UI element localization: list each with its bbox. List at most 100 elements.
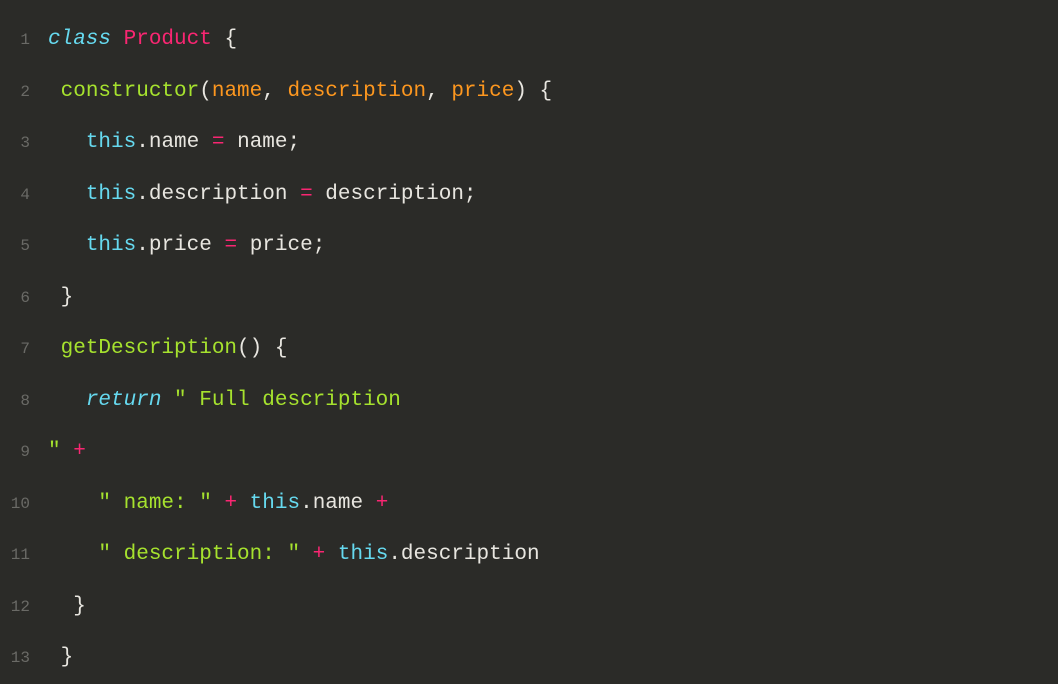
token-punct bbox=[199, 131, 212, 154]
indent bbox=[48, 595, 73, 618]
token-punct: } bbox=[61, 286, 74, 309]
code-line[interactable]: 2 constructor(name, description, price) … bbox=[0, 66, 1058, 118]
token-this: this bbox=[86, 183, 136, 206]
token-punct bbox=[212, 234, 225, 257]
token-punct bbox=[224, 131, 237, 154]
token-prop: name bbox=[149, 131, 199, 154]
line-content[interactable]: this.description = description; bbox=[48, 179, 477, 211]
code-line[interactable]: 3 this.name = name; bbox=[0, 117, 1058, 169]
line-content[interactable]: } bbox=[48, 282, 73, 314]
code-line[interactable]: 11 " description: " + this.description bbox=[0, 529, 1058, 581]
line-content[interactable]: this.price = price; bbox=[48, 230, 325, 262]
indent bbox=[48, 80, 61, 103]
token-punct bbox=[237, 234, 250, 257]
line-content[interactable]: getDescription() { bbox=[48, 333, 287, 365]
token-punct bbox=[300, 543, 313, 566]
indent bbox=[48, 389, 86, 412]
token-punct bbox=[111, 28, 124, 51]
token-prop: description bbox=[149, 183, 288, 206]
line-content[interactable]: } bbox=[48, 591, 86, 623]
token-punct bbox=[287, 183, 300, 206]
token-punct bbox=[237, 492, 250, 515]
code-line[interactable]: 10 " name: " + this.name + bbox=[0, 478, 1058, 530]
line-content[interactable]: constructor(name, description, price) { bbox=[48, 76, 552, 108]
indent bbox=[48, 131, 86, 154]
token-string: " description: " bbox=[98, 543, 300, 566]
code-line[interactable]: 12 } bbox=[0, 581, 1058, 633]
token-op: = bbox=[212, 131, 225, 154]
token-punct: . bbox=[136, 183, 149, 206]
line-number: 11 bbox=[0, 543, 48, 567]
code-line[interactable]: 6 } bbox=[0, 272, 1058, 324]
line-content[interactable]: } bbox=[48, 642, 73, 674]
token-ident: name bbox=[237, 131, 287, 154]
line-content[interactable]: return " Full description bbox=[48, 385, 401, 417]
indent bbox=[48, 492, 98, 515]
token-prop: description bbox=[401, 543, 540, 566]
token-op: = bbox=[300, 183, 313, 206]
token-punct: ; bbox=[313, 234, 326, 257]
line-content[interactable]: " name: " + this.name + bbox=[48, 488, 388, 520]
line-number: 8 bbox=[0, 389, 48, 413]
code-line[interactable]: 1class Product { bbox=[0, 14, 1058, 66]
code-line[interactable]: 9" + bbox=[0, 426, 1058, 478]
line-number: 13 bbox=[0, 646, 48, 670]
token-ident: description bbox=[325, 183, 464, 206]
indent bbox=[48, 337, 61, 360]
line-content[interactable]: " description: " + this.description bbox=[48, 539, 540, 571]
line-number: 12 bbox=[0, 595, 48, 619]
token-this: this bbox=[250, 492, 300, 515]
code-line[interactable]: 13 } bbox=[0, 632, 1058, 684]
token-op: = bbox=[224, 234, 237, 257]
token-punct: ( bbox=[199, 80, 212, 103]
token-string: " name: " bbox=[98, 492, 211, 515]
token-punct: ) { bbox=[514, 80, 552, 103]
indent bbox=[48, 183, 86, 206]
token-this: this bbox=[86, 234, 136, 257]
indent bbox=[48, 234, 86, 257]
token-prop: price bbox=[149, 234, 212, 257]
token-punct: . bbox=[388, 543, 401, 566]
token-param: description bbox=[287, 80, 426, 103]
code-line[interactable]: 8 return " Full description bbox=[0, 375, 1058, 427]
token-punct bbox=[363, 492, 376, 515]
token-punct: () { bbox=[237, 337, 287, 360]
token-punct: } bbox=[73, 595, 86, 618]
token-punct bbox=[212, 492, 225, 515]
token-punct: ; bbox=[464, 183, 477, 206]
token-punct bbox=[161, 389, 174, 412]
token-this: this bbox=[86, 131, 136, 154]
line-number: 7 bbox=[0, 337, 48, 361]
indent bbox=[48, 646, 61, 669]
token-this: this bbox=[338, 543, 388, 566]
line-number: 10 bbox=[0, 492, 48, 516]
token-op: + bbox=[73, 440, 86, 463]
token-punct: , bbox=[426, 80, 451, 103]
token-op: + bbox=[313, 543, 326, 566]
line-number: 3 bbox=[0, 131, 48, 155]
token-string: " Full description bbox=[174, 389, 401, 412]
token-param: name bbox=[212, 80, 262, 103]
line-content[interactable]: class Product { bbox=[48, 24, 237, 56]
line-content[interactable]: " + bbox=[48, 436, 86, 468]
token-punct: . bbox=[136, 131, 149, 154]
token-punct: . bbox=[300, 492, 313, 515]
token-func: getDescription bbox=[61, 337, 237, 360]
line-content[interactable]: this.name = name; bbox=[48, 127, 300, 159]
token-keyword: class bbox=[48, 28, 111, 51]
token-func: constructor bbox=[61, 80, 200, 103]
code-line[interactable]: 7 getDescription() { bbox=[0, 323, 1058, 375]
code-line[interactable]: 5 this.price = price; bbox=[0, 220, 1058, 272]
line-number: 2 bbox=[0, 80, 48, 104]
code-editor[interactable]: 1class Product {2 constructor(name, desc… bbox=[0, 14, 1058, 684]
token-punct: { bbox=[212, 28, 237, 51]
token-op: + bbox=[224, 492, 237, 515]
code-line[interactable]: 4 this.description = description; bbox=[0, 169, 1058, 221]
token-op: + bbox=[376, 492, 389, 515]
token-punct bbox=[325, 543, 338, 566]
line-number: 9 bbox=[0, 440, 48, 464]
token-string: " bbox=[48, 440, 61, 463]
token-punct: , bbox=[262, 80, 287, 103]
line-number: 1 bbox=[0, 28, 48, 52]
token-punct: } bbox=[61, 646, 74, 669]
